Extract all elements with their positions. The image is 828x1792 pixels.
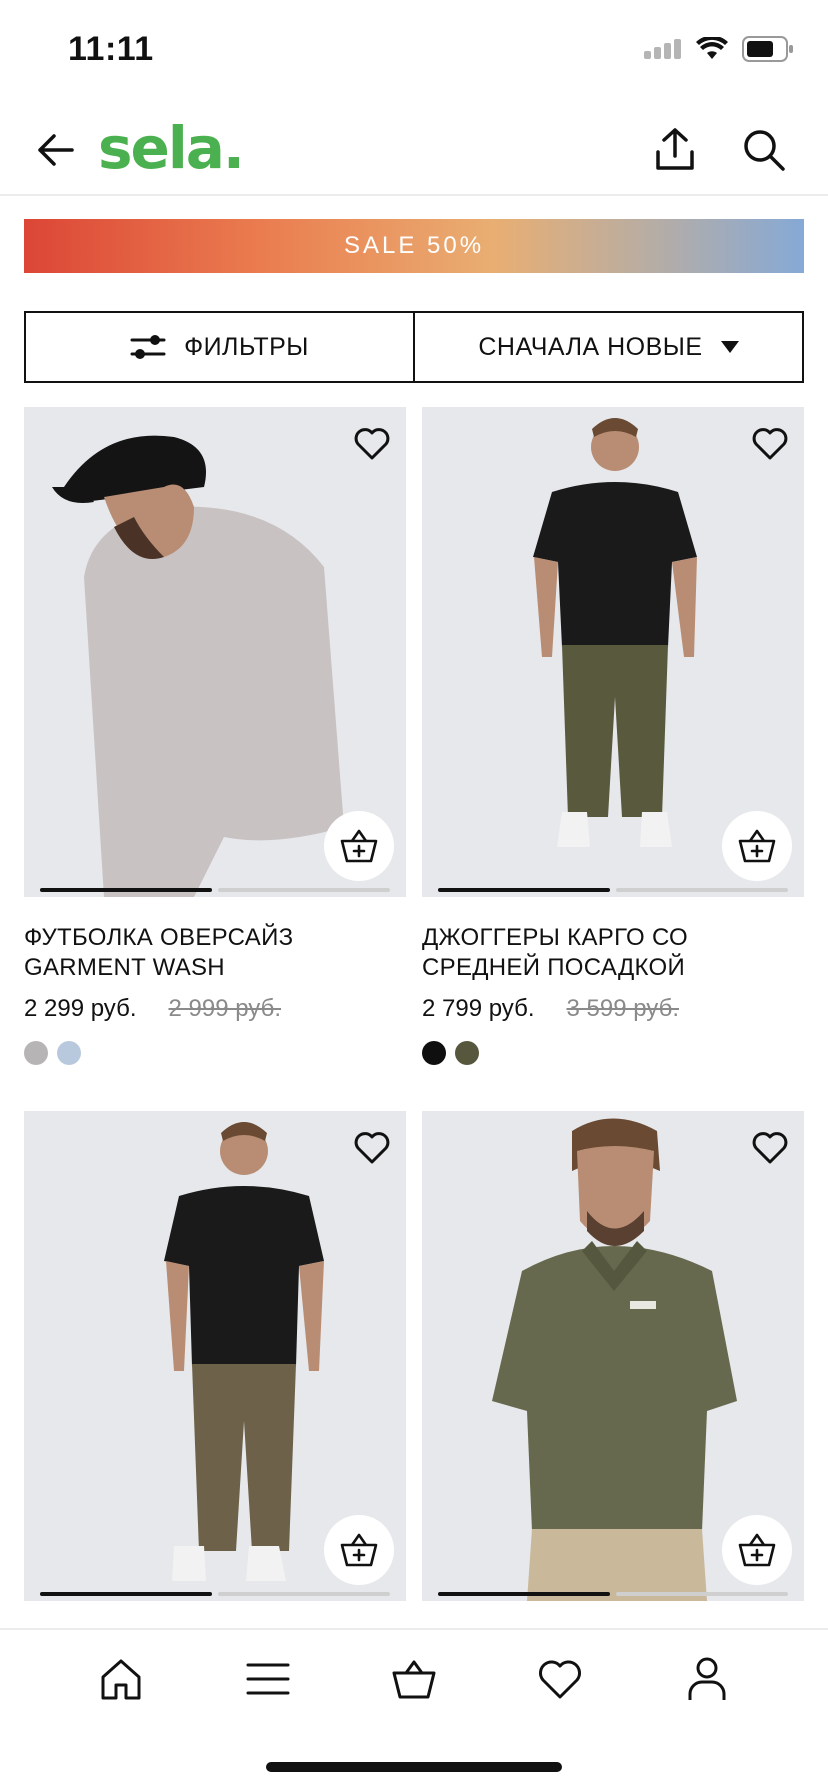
product-card[interactable] xyxy=(422,1111,804,1601)
basket-icon xyxy=(392,1660,436,1699)
sale-banner[interactable]: SALE 50% xyxy=(24,219,804,273)
search-button[interactable] xyxy=(742,128,786,172)
sela-logo[interactable]: sela. xyxy=(98,114,245,182)
arrow-left-icon xyxy=(38,134,74,166)
favorite-button[interactable] xyxy=(750,423,790,463)
favorite-button[interactable] xyxy=(352,423,392,463)
caret-down-icon xyxy=(720,341,739,353)
search-icon xyxy=(744,130,785,171)
heart-icon xyxy=(752,1132,788,1164)
nav-profile[interactable] xyxy=(677,1649,737,1709)
sale-banner-text: SALE 50% xyxy=(343,232,485,259)
nav-catalog[interactable] xyxy=(238,1649,298,1709)
price-row: 2 299 руб. 2 999 руб. xyxy=(24,995,406,1023)
nav-favorites[interactable] xyxy=(530,1649,590,1709)
status-time: 11:11 xyxy=(68,30,154,68)
product-name[interactable]: ДЖОГГЕРЫ КАРГО СО СРЕДНЕЙ ПОСАДКОЙ xyxy=(422,923,782,983)
home-icon xyxy=(101,1659,141,1700)
app-header: sela. xyxy=(0,110,828,196)
heart-icon xyxy=(354,1132,390,1164)
image-carousel-indicator xyxy=(438,1592,788,1596)
product-name[interactable]: ФУТБОЛКА ОВЕРСАЙЗ GARMENT WASH xyxy=(24,923,384,983)
color-swatches xyxy=(422,1041,804,1065)
heart-icon xyxy=(752,428,788,460)
heart-icon xyxy=(539,1660,582,1699)
basket-plus-icon xyxy=(340,829,378,863)
color-swatch[interactable] xyxy=(57,1041,81,1065)
product-image[interactable] xyxy=(24,1111,406,1601)
product-card[interactable]: ФУТБОЛКА ОВЕРСАЙЗ GARMENT WASH 2 299 руб… xyxy=(24,407,406,1065)
product-image[interactable] xyxy=(24,407,406,897)
status-icons xyxy=(644,34,794,64)
nav-cart[interactable] xyxy=(384,1649,444,1709)
price-row: 2 799 руб. 3 599 руб. xyxy=(422,995,804,1023)
color-swatch[interactable] xyxy=(455,1041,479,1065)
add-to-cart-button[interactable] xyxy=(324,1515,394,1585)
home-indicator[interactable] xyxy=(266,1762,562,1772)
product-price: 2 799 руб. xyxy=(422,995,535,1022)
battery-icon xyxy=(742,36,793,62)
status-bar: 11:11 xyxy=(0,0,828,96)
product-image[interactable] xyxy=(422,407,804,897)
product-old-price: 3 599 руб. xyxy=(566,995,680,1022)
filter-sliders-icon xyxy=(130,335,166,359)
sort-label: СНАЧАЛА НОВЫЕ xyxy=(478,332,703,361)
basket-plus-icon xyxy=(738,829,776,863)
color-swatches xyxy=(24,1041,406,1065)
product-card[interactable] xyxy=(24,1111,406,1601)
product-image[interactable] xyxy=(422,1111,804,1601)
wifi-icon xyxy=(696,37,728,59)
color-swatch[interactable] xyxy=(24,1041,48,1065)
image-carousel-indicator xyxy=(438,888,788,892)
product-price: 2 299 руб. xyxy=(24,995,137,1022)
favorite-button[interactable] xyxy=(352,1127,392,1167)
heart-icon xyxy=(354,428,390,460)
profile-icon xyxy=(688,1657,726,1700)
filters-button[interactable]: ФИЛЬТРЫ xyxy=(26,313,415,381)
add-to-cart-button[interactable] xyxy=(722,1515,792,1585)
bottom-navigation xyxy=(0,1628,828,1728)
filter-sort-bar: ФИЛЬТРЫ СНАЧАЛА НОВЫЕ xyxy=(24,311,804,383)
favorite-button[interactable] xyxy=(750,1127,790,1167)
color-swatch[interactable] xyxy=(422,1041,446,1065)
image-carousel-indicator xyxy=(40,1592,390,1596)
image-carousel-indicator xyxy=(40,888,390,892)
sort-dropdown[interactable]: СНАЧАЛА НОВЫЕ xyxy=(415,313,802,381)
share-icon xyxy=(656,128,694,170)
filters-label: ФИЛЬТРЫ xyxy=(184,332,309,361)
add-to-cart-button[interactable] xyxy=(324,811,394,881)
back-button[interactable] xyxy=(34,128,78,172)
share-button[interactable] xyxy=(652,126,698,172)
nav-home[interactable] xyxy=(91,1649,151,1709)
product-card[interactable]: ДЖОГГЕРЫ КАРГО СО СРЕДНЕЙ ПОСАДКОЙ 2 799… xyxy=(422,407,804,1065)
menu-icon xyxy=(246,1663,290,1695)
basket-plus-icon xyxy=(340,1533,378,1567)
product-old-price: 2 999 руб. xyxy=(168,995,282,1022)
add-to-cart-button[interactable] xyxy=(722,811,792,881)
cellular-signal-icon xyxy=(644,39,681,59)
basket-plus-icon xyxy=(738,1533,776,1567)
